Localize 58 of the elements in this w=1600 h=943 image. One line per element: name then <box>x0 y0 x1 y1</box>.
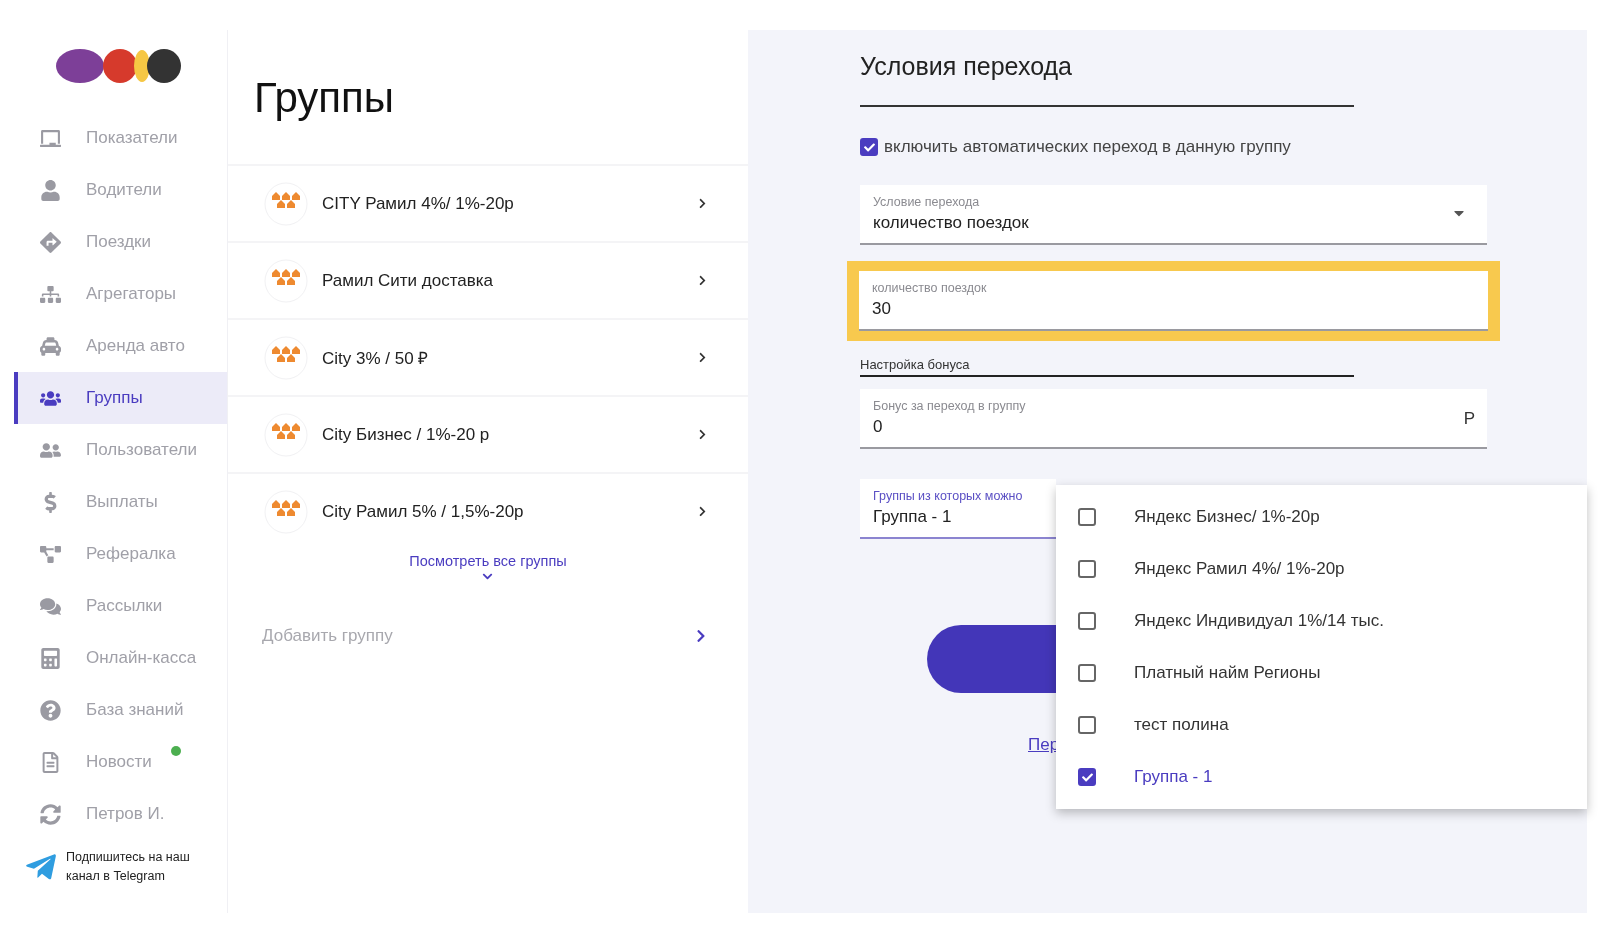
menu-item-icon <box>38 127 62 149</box>
sidebar-item[interactable]: Группы <box>14 372 227 424</box>
currency-unit: Р <box>1463 409 1475 429</box>
group-row[interactable]: Рамил Сити доставка <box>228 241 748 318</box>
taxi-dots-icon <box>264 489 308 534</box>
group-name: Рамил Сити доставка <box>322 270 495 291</box>
group-name: City Бизнес / 1%-20 р <box>322 424 491 445</box>
condition-select[interactable]: Условие перехода количество поездок <box>860 185 1487 245</box>
chevron-right-icon <box>697 198 708 209</box>
chevron-right-icon <box>697 506 708 517</box>
taxi-dots-icon <box>264 412 308 457</box>
check-icon <box>863 141 875 153</box>
menu-item-icon <box>38 543 62 565</box>
chevron-down-icon <box>482 571 494 582</box>
menu-item-icon <box>38 335 62 357</box>
chevron-right-icon <box>697 352 708 363</box>
dropdown-option[interactable]: Платный найм Регионы <box>1056 647 1587 699</box>
chevron-right-icon <box>697 429 708 440</box>
taxi-dots-icon <box>264 181 308 226</box>
dropdown-option[interactable]: Яндекс Рамил 4%/ 1%-20р <box>1056 543 1587 595</box>
checkbox[interactable] <box>1078 664 1096 682</box>
source-groups-select[interactable]: Группы из которых можно Группа - 1 <box>860 479 1056 539</box>
menu-item-icon <box>38 595 62 617</box>
checkbox[interactable] <box>1078 768 1096 786</box>
group-row[interactable]: CITY Рамил 4%/ 1%-20р <box>228 164 748 241</box>
group-name: City Рамил 5% / 1,5%-20р <box>322 501 525 522</box>
menu-item-icon <box>38 231 62 253</box>
checkbox[interactable] <box>860 138 878 156</box>
checkbox[interactable] <box>1078 716 1096 734</box>
group-name: CITY Рамил 4%/ 1%-20р <box>322 193 515 214</box>
section-title: Условия перехода <box>860 48 1354 107</box>
checkbox[interactable] <box>1078 560 1096 578</box>
group-name: City 3% / 50 ₽ <box>322 348 430 369</box>
taxi-dots-icon <box>264 258 308 303</box>
check-icon <box>1081 771 1093 783</box>
dropdown-option[interactable]: Яндекс Индивидуал 1%/14 тыс. <box>1056 595 1587 647</box>
dropdown-option[interactable]: Группа - 1 <box>1056 751 1587 803</box>
dropdown-option[interactable]: тест полина <box>1056 699 1587 751</box>
dropdown-option[interactable]: Яндекс Бизнес/ 1%-20р <box>1056 491 1587 543</box>
menu-item-icon <box>38 803 62 825</box>
page-title: Группы <box>253 73 395 123</box>
group-row[interactable]: City Бизнес / 1%-20 р <box>228 395 748 472</box>
bonus-section-heading: Настройка бонуса <box>860 357 1354 377</box>
menu-item-icon <box>38 647 62 669</box>
group-row[interactable]: City Рамил 5% / 1,5%-20р <box>228 472 748 549</box>
menu-item-icon <box>38 179 62 201</box>
auto-transition-checkbox[interactable]: включить автоматических переход в данную группу <box>860 137 1487 157</box>
menu-item-icon <box>38 283 62 305</box>
taxi-dots-icon <box>264 335 308 380</box>
telegram-promo[interactable]: Подпишитесь на наш канал в Telegram <box>66 848 216 886</box>
bonus-field[interactable]: Бонус за переход в группу 0 Р <box>860 389 1487 449</box>
group-row[interactable]: City 3% / 50 ₽ <box>228 318 748 395</box>
checkbox[interactable] <box>1078 612 1096 630</box>
checkbox[interactable] <box>1078 508 1096 526</box>
trips-count-field[interactable]: количество поездок 30 <box>859 271 1488 331</box>
show-all-link[interactable]: Посмотреть все группы <box>409 553 567 582</box>
menu-item-icon <box>38 699 62 721</box>
chevron-right-icon <box>697 275 708 286</box>
